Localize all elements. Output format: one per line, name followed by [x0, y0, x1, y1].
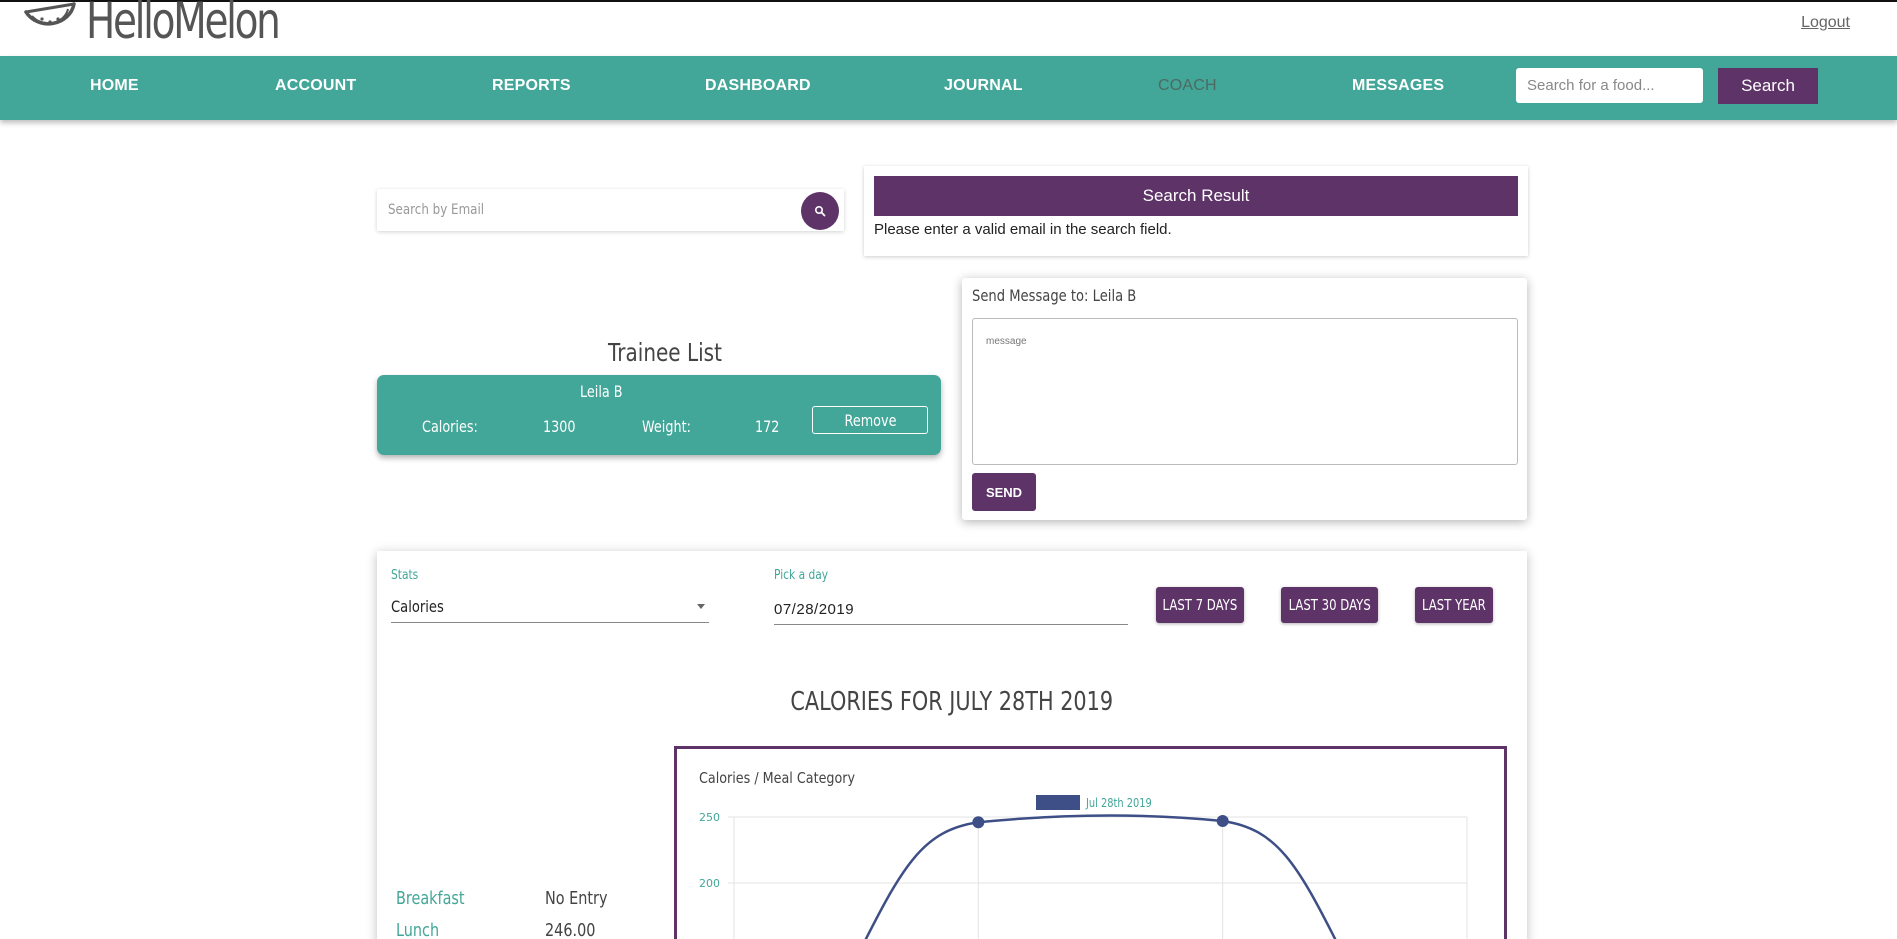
y-tick-label: 200: [699, 877, 720, 890]
trainee-card[interactable]: Leila B Calories: 1300 Weight: 172 Remov…: [377, 375, 941, 455]
message-textarea[interactable]: message: [972, 318, 1518, 465]
nav-account[interactable]: ACCOUNT: [275, 77, 356, 95]
calories-label: Calories:: [422, 417, 478, 436]
watermelon-icon: [24, 2, 76, 26]
top-bar: HelloMelon Logout: [0, 0, 1897, 56]
send-button[interactable]: SEND: [972, 473, 1036, 511]
main-nav: HOME ACCOUNT REPORTS DASHBOARD JOURNAL C…: [0, 56, 1897, 120]
weight-value: 172: [755, 417, 780, 436]
stats-card: Stats Calories Pick a day 07/28/2019 LAS…: [377, 551, 1527, 939]
calories-value: 1300: [543, 417, 576, 436]
trainee-list-title: Trainee List: [608, 338, 722, 367]
search-icon: [814, 205, 826, 217]
stats-select[interactable]: Calories: [391, 593, 709, 623]
series-line: [864, 814, 1337, 939]
nav-dashboard[interactable]: DASHBOARD: [705, 77, 811, 95]
app-name: HelloMelon: [86, 0, 281, 50]
trainee-name: Leila B: [580, 382, 623, 401]
email-search-button[interactable]: [801, 192, 839, 230]
remove-trainee-button[interactable]: Remove: [812, 406, 928, 434]
chart-title: Calories / Meal Category: [699, 770, 855, 787]
meal-label-lunch: Lunch: [396, 920, 440, 939]
legend-swatch: [1036, 795, 1080, 810]
email-search-placeholder: Search by Email: [388, 202, 485, 218]
meal-value-breakfast: No Entry: [545, 888, 608, 909]
legend-label: Jul 28th 2019: [1085, 796, 1152, 810]
dropdown-arrow-icon: [697, 604, 705, 609]
send-message-title: Send Message to: Leila B: [972, 286, 1137, 305]
chart-heading-wrap: CALORIES FOR JULY 28TH 2019: [377, 687, 1527, 717]
search-result-card: Search Result Please enter a valid email…: [864, 166, 1528, 256]
nav-messages[interactable]: MESSAGES: [1352, 77, 1444, 95]
chart-container: Calories / Meal Category Jul 28th 2019 250…: [674, 746, 1507, 939]
y-tick-label: 250: [699, 811, 720, 824]
weight-label: Weight:: [642, 417, 691, 436]
nav-coach[interactable]: COACH: [1158, 77, 1217, 95]
search-result-message: Please enter a valid email in the search…: [874, 221, 1172, 238]
nav-home[interactable]: HOME: [90, 77, 139, 95]
search-result-title: Search Result: [874, 176, 1518, 216]
last-30-days-button[interactable]: LAST 30 DAYS: [1281, 587, 1378, 623]
meal-label-breakfast: Breakfast: [396, 888, 465, 909]
nav-reports[interactable]: REPORTS: [492, 77, 571, 95]
last-7-days-button[interactable]: LAST 7 DAYS: [1156, 587, 1244, 623]
remove-label: Remove: [844, 410, 896, 430]
last-30-days-label: LAST 30 DAYS: [1288, 596, 1371, 614]
food-search-button[interactable]: Search: [1718, 68, 1818, 104]
meal-value-lunch: 246.00: [545, 920, 596, 939]
email-search-field[interactable]: Search by Email: [377, 189, 844, 231]
logout-link[interactable]: Logout: [1801, 14, 1850, 32]
day-picker-input[interactable]: 07/28/2019: [774, 593, 1128, 625]
data-point: [972, 816, 985, 829]
day-label: Pick a day: [774, 568, 829, 583]
last-7-days-label: LAST 7 DAYS: [1162, 596, 1238, 614]
data-point: [1216, 814, 1229, 827]
nav-journal[interactable]: JOURNAL: [944, 77, 1023, 95]
food-search-input[interactable]: Search for a food...: [1516, 68, 1703, 103]
app-logo[interactable]: HelloMelon: [22, 0, 333, 50]
last-year-button[interactable]: LAST YEAR: [1415, 587, 1493, 623]
day-picker-value: 07/28/2019: [774, 601, 855, 618]
chart-heading: CALORIES FOR JULY 28TH 2019: [790, 687, 1114, 717]
last-year-label: LAST YEAR: [1422, 596, 1486, 614]
stats-select-value: Calories: [391, 597, 444, 616]
send-message-card: Send Message to: Leila B message SEND: [962, 278, 1527, 520]
calories-chart: Calories / Meal Category Jul 28th 2019 250…: [699, 770, 1468, 939]
message-placeholder: message: [986, 336, 1027, 347]
stats-label: Stats: [391, 568, 419, 583]
